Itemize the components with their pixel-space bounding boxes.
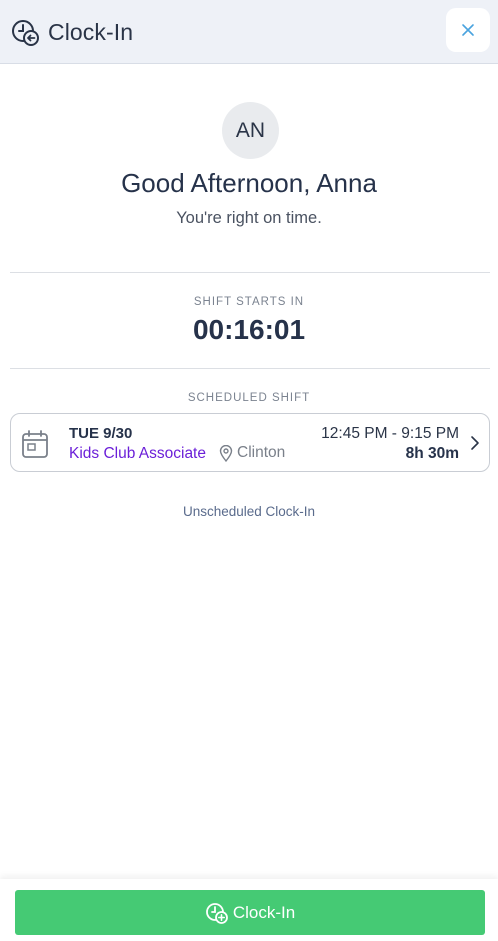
calendar-icon <box>22 430 48 458</box>
shift-role: Kids Club Associate <box>69 445 206 462</box>
divider <box>10 368 490 369</box>
chevron-right-icon <box>471 436 479 450</box>
shift-time-range: 12:45 PM - 9:15 PM <box>321 425 459 442</box>
greeting-heading: Good Afternoon, Anna <box>121 168 377 198</box>
unscheduled-clock-in-link[interactable]: Unscheduled Clock-In <box>0 504 498 519</box>
clock-in-button[interactable]: Clock-In <box>15 890 485 935</box>
close-icon <box>462 24 474 36</box>
shift-date: TUE 9/30 <box>69 425 133 442</box>
scheduled-shift-card[interactable]: TUE 9/30 Kids Club Associate Clinton 12:… <box>10 413 490 472</box>
clock-plus-icon <box>205 903 228 924</box>
header-title-group: Clock-In <box>10 17 133 47</box>
status-message: You're right on time. <box>176 209 322 227</box>
shift-location: Clinton <box>237 444 286 461</box>
divider <box>10 272 490 273</box>
page-title: Clock-In <box>48 18 134 45</box>
clock-in-button-label: Clock-In <box>232 902 296 922</box>
shift-location-group: Clinton <box>219 444 285 462</box>
avatar: AN <box>222 102 279 159</box>
countdown-timer: 00:16:01 <box>192 314 306 345</box>
footer-bar: Clock-In <box>0 879 498 941</box>
map-pin-icon <box>219 444 233 462</box>
shift-duration: 8h 30m <box>405 445 459 462</box>
scheduled-shift-label: SCHEDULED SHIFT <box>187 392 311 404</box>
countdown-label: SHIFT STARTS IN <box>193 296 305 308</box>
header-bar: Clock-In <box>0 0 498 64</box>
clock-arrow-icon <box>12 20 39 46</box>
close-button[interactable] <box>446 8 490 52</box>
